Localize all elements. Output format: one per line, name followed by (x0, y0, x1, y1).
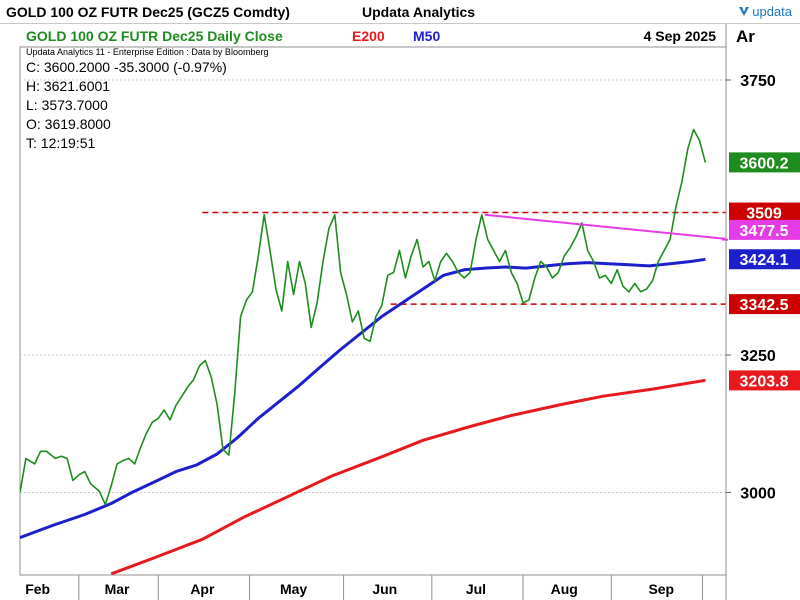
xtick-label-aug: Aug (551, 581, 578, 597)
value-label-3203-8: 3203.8 (729, 370, 800, 391)
xtick-label-may: May (280, 581, 307, 597)
brand-logo: updata (738, 4, 792, 19)
chart-subtitle: Updata Analytics 11 - Enterprise Edition… (26, 47, 268, 57)
value-label-text: 3477.5 (740, 223, 789, 240)
value-label-3477-5: 3477.5 (729, 219, 800, 240)
ohlc-open: O: 3619.8000 (26, 116, 111, 132)
value-label-3509: 3509 (729, 202, 800, 223)
ohlc-high: H: 3621.6001 (26, 78, 110, 94)
price-chart[interactable]: GOLD 100 OZ FUTR Dec25 Daily Close E200 … (0, 24, 800, 600)
instrument-title: GOLD 100 OZ FUTR Dec25 (GCZ5 Comdty) (6, 4, 290, 20)
value-label-text: 3424.1 (740, 252, 789, 269)
ohlc-time: T: 12:19:51 (26, 135, 95, 151)
value-label-3424-1: 3424.1 (729, 249, 800, 270)
chart-date: 4 Sep 2025 (644, 28, 717, 44)
xtick-label-sep: Sep (648, 581, 674, 597)
xtick-label-jun: Jun (372, 581, 397, 597)
value-label-text: 3342.5 (740, 297, 789, 314)
time-axis-ticks: Feb Mar Apr May Jun Jul Aug Sep (25, 575, 703, 600)
value-label-3342-5: 3342.5 (729, 294, 800, 315)
legend-m50: M50 (413, 28, 440, 44)
ohlc-close: C: 3600.2000 -35.3000 (-0.97%) (26, 59, 227, 75)
legend-e200: E200 (352, 28, 385, 44)
ohlc-low: L: 3573.7000 (26, 97, 108, 113)
price-axis-ticks: 3000 3250 3750 (726, 73, 776, 503)
ytick-label-3750: 3750 (740, 73, 776, 90)
updata-logo-icon (739, 7, 750, 16)
axis-header: Ar (736, 27, 755, 46)
xtick-label-apr: Apr (190, 581, 215, 597)
xtick-label-jul: Jul (466, 581, 486, 597)
vendor-name: Updata Analytics (362, 4, 476, 20)
window-header: GOLD 100 OZ FUTR Dec25 (GCZ5 Comdty) Upd… (0, 0, 800, 24)
value-label-text: 3600.2 (740, 155, 789, 172)
xtick-label-mar: Mar (105, 581, 130, 597)
value-label-text: 3203.8 (740, 373, 789, 390)
ytick-label-3000: 3000 (740, 486, 776, 503)
brand-text: updata (752, 4, 792, 19)
ytick-label-3250: 3250 (740, 348, 776, 365)
value-label-3600-2: 3600.2 (729, 152, 800, 173)
xtick-label-feb: Feb (25, 581, 50, 597)
legend-series-title: GOLD 100 OZ FUTR Dec25 Daily Close (26, 28, 283, 44)
